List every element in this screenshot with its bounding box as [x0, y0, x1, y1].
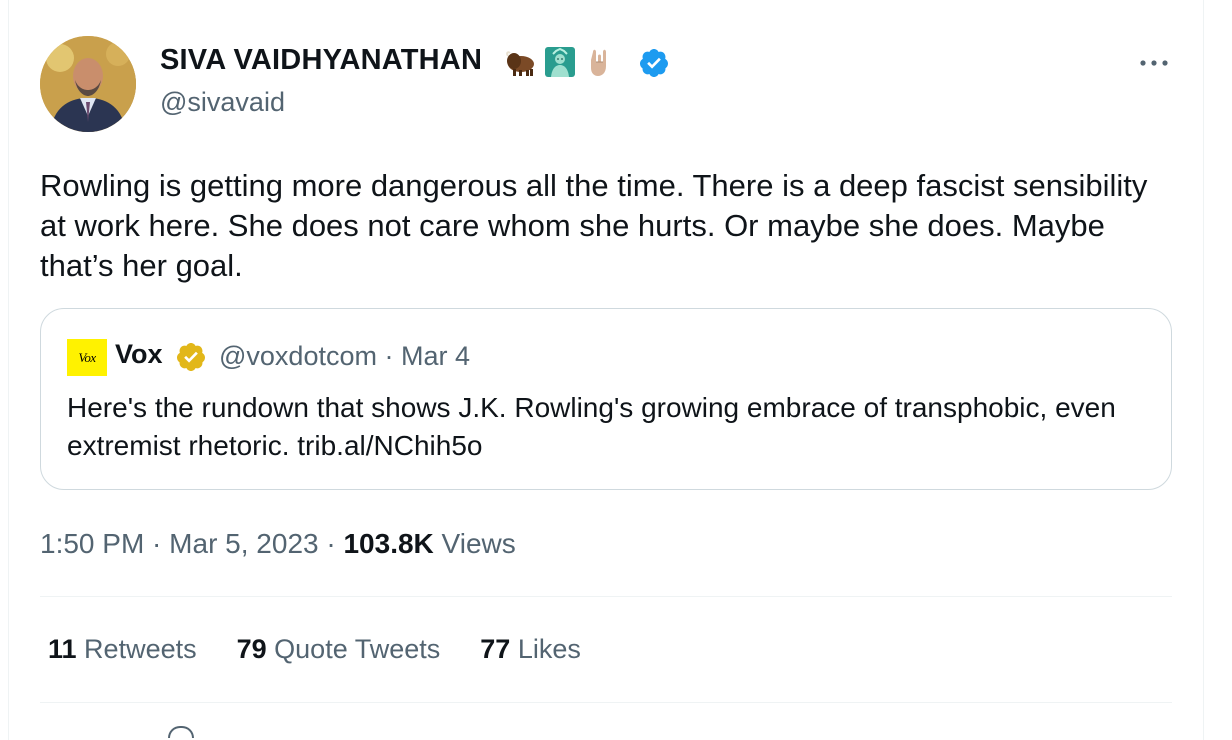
verified-badge-icon [638, 47, 670, 79]
author-avatar[interactable] [40, 36, 136, 132]
quoted-author-name[interactable]: Vox [115, 339, 163, 370]
tweet-time[interactable]: 1:50 PM [40, 528, 144, 559]
divider [40, 702, 1172, 703]
author-handle[interactable]: @sivavaid [160, 87, 285, 118]
engagement-stats: 11 Retweets 79 Quote Tweets 77 Likes [48, 634, 581, 665]
quoted-meta: @voxdotcom · Mar 4 [219, 341, 470, 372]
quote-tweets-label: Quote Tweets [266, 634, 441, 664]
quoted-handle[interactable]: @voxdotcom [219, 341, 377, 371]
statue-of-liberty-icon [544, 46, 576, 78]
divider [40, 596, 1172, 597]
quote-tweets-stat[interactable]: 79 Quote Tweets [237, 634, 441, 665]
quote-tweets-count: 79 [236, 634, 267, 664]
timestamp-separator: · [144, 528, 170, 559]
views-label: Views [433, 528, 516, 559]
meta-separator: · [384, 341, 394, 371]
likes-stat[interactable]: 77 Likes [480, 634, 581, 665]
retweets-stat[interactable]: 11 Retweets [48, 634, 197, 665]
tweet-timestamp: 1:50 PM · Mar 5, 2023 · 103.8K Views [40, 528, 516, 560]
tweet-text: Rowling is getting more dangerous all th… [40, 168, 1156, 283]
tweet-date[interactable]: Mar 5, 2023 [169, 528, 318, 559]
vox-logo: Vox [67, 339, 107, 376]
quoted-tweet[interactable]: Vox Vox @voxdotcom · Mar 4 Here's the ru… [40, 308, 1172, 490]
likes-label: Likes [510, 634, 581, 664]
views-count: 103.8K [343, 528, 434, 559]
gold-verified-badge-icon [175, 341, 207, 373]
sign-of-horns-icon [584, 46, 616, 78]
author-name[interactable]: SIVA VAIDHYANATHAN [160, 44, 482, 77]
timestamp-separator: · [318, 528, 344, 559]
likes-count: 77 [480, 634, 511, 664]
name-emojis [504, 43, 616, 81]
bison-icon [504, 46, 536, 78]
avatar-portrait [40, 36, 136, 132]
retweets-count: 11 [48, 634, 77, 664]
more-options-icon[interactable] [1138, 56, 1170, 70]
quoted-text: Here's the rundown that shows J.K. Rowli… [67, 392, 1116, 461]
retweets-label: Retweets [76, 634, 197, 664]
quoted-date[interactable]: Mar 4 [401, 341, 470, 371]
